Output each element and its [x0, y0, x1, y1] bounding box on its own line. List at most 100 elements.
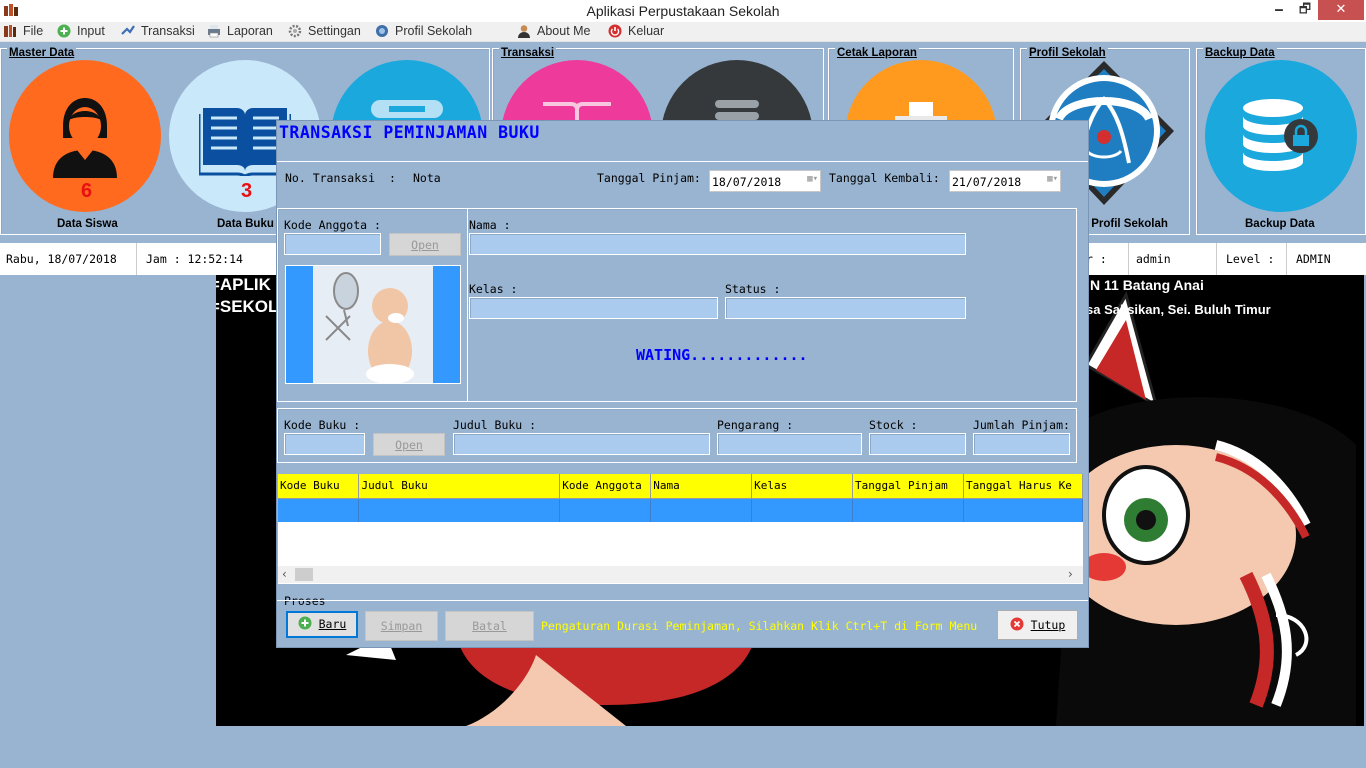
tanggal-kembali-value: 21/07/2018 — [952, 175, 1022, 189]
no-transaksi-label: No. Transaksi — [285, 171, 376, 185]
column-header[interactable]: Judul Buku — [358, 474, 561, 499]
tutup-label: Tutup — [1030, 618, 1066, 632]
calendar-dropdown-icon[interactable]: ▦▾ — [1036, 174, 1058, 188]
stock-input[interactable] — [869, 433, 966, 455]
table-cell[interactable] — [852, 498, 964, 522]
database-icon — [371, 100, 443, 118]
baby-photo-image — [313, 266, 433, 383]
table-cell[interactable] — [650, 498, 753, 522]
open-buku-button[interactable]: Open — [373, 433, 445, 456]
column-header[interactable]: Kelas — [751, 474, 853, 499]
no-transaksi-value: Nota — [413, 171, 441, 185]
close-circle-icon — [1010, 617, 1024, 631]
horizontal-scrollbar[interactable]: ‹ › — [278, 566, 1083, 583]
column-header[interactable]: Tanggal Pinjam — [852, 474, 964, 499]
pengarang-label: Pengarang : — [717, 418, 794, 432]
kelas-label: Kelas : — [469, 282, 518, 296]
table-row[interactable] — [278, 498, 1083, 522]
power-icon — [608, 24, 622, 38]
tanggal-kembali-label: Tanggal Kembali: — [829, 171, 940, 185]
table-cell[interactable] — [559, 498, 652, 522]
menu-settingan[interactable]: Settingan — [288, 24, 361, 38]
menu-profil-sekolah[interactable]: Profil Sekolah — [375, 24, 472, 38]
scroll-thumb[interactable] — [295, 568, 313, 581]
transaksi-peminjaman-dialog: TRANSAKSI PEMINJAMAN BUKU No. Transaksi … — [276, 120, 1089, 648]
table-cell[interactable] — [963, 498, 1083, 522]
menu-profil-label: Profil Sekolah — [395, 24, 473, 38]
table-cell[interactable] — [358, 498, 561, 522]
title-bar: Aplikasi Perpustakaan Sekolah 🗕 🗗 ✕ — [0, 0, 1366, 22]
kode-buku-label: Kode Buku : — [284, 418, 361, 432]
table-cell[interactable] — [278, 498, 360, 522]
add-circle-icon — [57, 24, 71, 38]
printer-icon — [208, 25, 220, 38]
status-input[interactable] — [725, 297, 966, 319]
backup-data-button[interactable] — [1205, 60, 1357, 212]
baru-button[interactable]: Baru — [286, 611, 358, 638]
stock-label: Stock : — [869, 418, 918, 432]
kelas-input[interactable] — [469, 297, 718, 319]
menu-file[interactable]: File — [3, 24, 43, 38]
transaksi-icon — [121, 25, 135, 35]
menu-transaksi-label: Transaksi — [141, 24, 195, 38]
tanggal-pinjam-picker[interactable]: 18/07/2018 ▦▾ — [709, 170, 821, 192]
menu-input-label: Input — [77, 24, 105, 38]
backup-data-panel: Backup Data Backup Data — [1196, 47, 1366, 235]
backup-data-title: Backup Data — [1203, 47, 1277, 59]
proses-label: Proses — [284, 594, 326, 608]
gear-icon — [288, 24, 302, 38]
data-siswa-button[interactable]: 6 — [9, 60, 161, 212]
menu-about-label: About Me — [537, 24, 591, 38]
master-data-title: Master Data — [7, 47, 77, 59]
menu-transaksi[interactable]: Transaksi — [121, 24, 195, 38]
status-time: Jam : 12:52:14 — [146, 252, 243, 266]
menu-input[interactable]: Input — [57, 24, 105, 38]
status-level: ADMIN — [1296, 252, 1331, 266]
pengarang-input[interactable] — [717, 433, 862, 455]
simpan-button[interactable]: Simpan — [365, 611, 438, 641]
table-cell[interactable] — [751, 498, 853, 522]
status-level-label: Level : — [1226, 252, 1275, 266]
scroll-right-icon[interactable]: › — [1068, 567, 1073, 581]
menu-bar: File Input Transaksi Laporan Settingan P… — [0, 22, 1366, 42]
column-header[interactable]: Tanggal Harus Ke — [963, 474, 1083, 499]
bg-school-name: N 11 Batang Anai — [1090, 277, 1204, 293]
data-siswa-label: Data Siswa — [57, 218, 118, 230]
menu-keluar-label: Keluar — [628, 24, 665, 38]
column-header[interactable]: Nama — [650, 474, 753, 499]
jumlah-pinjam-input[interactable] — [973, 433, 1070, 455]
menu-about-me[interactable]: About Me — [517, 24, 591, 38]
minimize-button[interactable]: 🗕 — [1266, 0, 1292, 20]
menu-keluar[interactable]: Keluar — [608, 24, 664, 38]
menu-file-label: File — [23, 24, 44, 38]
backup-data-label: Backup Data — [1245, 218, 1315, 230]
status-separator — [1216, 243, 1217, 275]
waiting-status-text: WATING............. — [636, 346, 808, 364]
data-buku-label: Data Buku — [217, 218, 274, 230]
window-title: Aplikasi Perpustakaan Sekolah — [586, 3, 780, 19]
transaksi-title: Transaksi — [499, 47, 557, 59]
close-button[interactable]: ✕ — [1318, 0, 1364, 20]
scroll-left-icon[interactable]: ‹ — [282, 567, 287, 581]
kode-anggota-input[interactable] — [284, 233, 381, 255]
kode-anggota-label: Kode Anggota : — [284, 218, 381, 232]
add-circle-icon — [298, 616, 312, 630]
siswa-count: 6 — [81, 180, 93, 202]
database-lock-icon — [1243, 99, 1318, 171]
nama-input[interactable] — [469, 233, 966, 255]
judul-buku-input[interactable] — [453, 433, 710, 455]
maximize-button[interactable]: 🗗 — [1292, 0, 1318, 20]
column-header[interactable]: Kode Buku — [278, 474, 360, 499]
calendar-dropdown-icon[interactable]: ▦▾ — [796, 174, 818, 188]
dialog-title: TRANSAKSI PEMINJAMAN BUKU — [279, 123, 540, 142]
batal-button[interactable]: Batal — [445, 611, 534, 641]
menu-laporan[interactable]: Laporan — [207, 24, 273, 38]
jumlah-pinjam-label: Jumlah Pinjam: — [973, 418, 1070, 432]
tanggal-kembali-picker[interactable]: 21/07/2018 ▦▾ — [949, 170, 1061, 192]
column-header[interactable]: Kode Anggota — [559, 474, 652, 499]
kode-buku-input[interactable] — [284, 433, 365, 455]
tutup-button[interactable]: Tutup — [997, 610, 1078, 640]
open-anggota-button[interactable]: Open — [389, 233, 461, 256]
nama-label: Nama : — [469, 218, 511, 232]
no-transaksi-colon: : — [389, 171, 396, 185]
